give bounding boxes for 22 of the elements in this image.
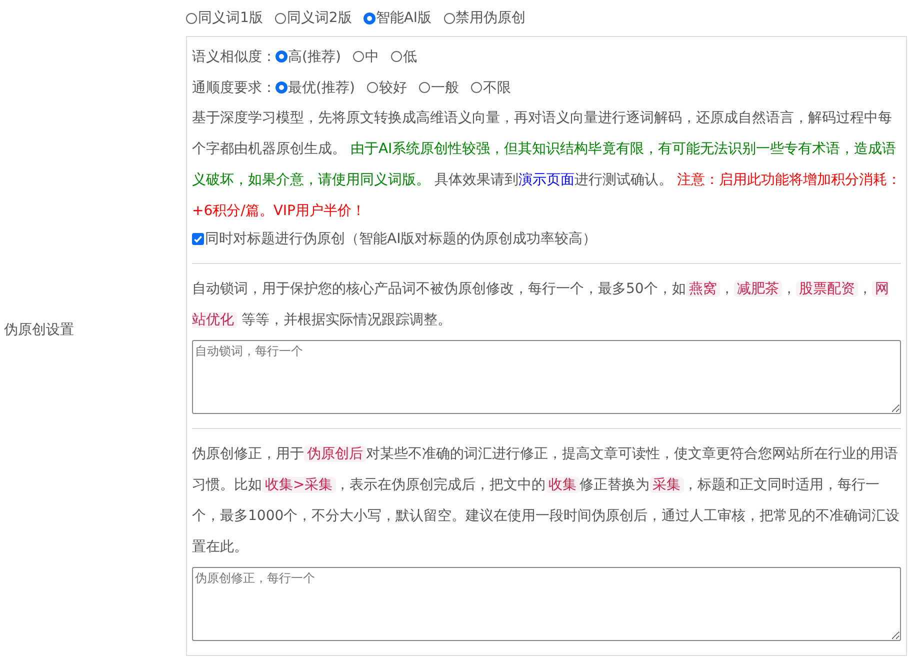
similarity-radio[interactable]: 高(推荐) <box>276 48 341 66</box>
similarity-radio[interactable]: 低 <box>390 48 417 66</box>
fluency-radio[interactable]: 最优(推荐) <box>276 78 355 96</box>
similarity-label: 语义相似度： <box>192 48 276 66</box>
ai-description: 基于深度学习模型，先将原文转换成高维语义向量，再对语义向量进行逐词解码，还原成自然语言，解码过程中每个字都由机器原创生成。 由于AI系统原创性较强，但其知识结构毕竟有限，有可能无法识别一些专有术语，造成语义破坏，如果介意，请使用同义词版。 具体效果请到演示页面进行测试确认。 注意：启用此功能将增加积分消耗：+6积分/篇。VIP用户半价！ <box>192 109 901 221</box>
similarity-radio[interactable]: 中 <box>352 48 379 66</box>
lock-words-description: 自动锁词，用于保护您的核心产品词不被伪原创修改，每行一个，最多50个，如 燕窝 ， 减肥茶 ， 股票配资 ， 网站优化 等等，并根据实际情况跟踪调整。 <box>192 280 890 330</box>
fluency-radio[interactable]: 一般 <box>418 78 459 96</box>
section-label: 伪原创设置 <box>4 321 74 339</box>
fluency-radio[interactable]: 不限 <box>470 78 511 96</box>
demo-page-link[interactable]: 演示页面 <box>518 172 574 188</box>
check-icon <box>193 234 203 244</box>
mode-radio[interactable]: 智能AI版 <box>364 9 432 27</box>
lock-words-field[interactable]: 自动锁词，每行一个 <box>192 340 901 414</box>
mode-radio[interactable]: 禁用伪原创 <box>444 9 526 27</box>
mode-radio[interactable]: 同义词2版 <box>274 9 352 27</box>
mode-radio[interactable]: 同义词1版 <box>186 9 263 27</box>
title-checkbox[interactable]: 同时对标题进行伪原创（智能AI版对标题的伪原创成功率较高） <box>192 227 901 251</box>
fluency-label: 通顺度要求： <box>192 78 276 96</box>
corrections-description: 伪原创修正，用于 伪原创后 对某些不准确的词汇进行修正，提高文章可读性，使文章更符合您网站所在行业的用语习惯。比如 收集>采集 ，表示在伪原创完成后，把文中的 收集 修正替换为 采集 ，标题和正文同时适用，每行一个，最多1000个，不分大小写，默认留空。建议在使用一段时间伪原创后，通过人工审核，把常见的不准确词汇设置在此。 <box>192 445 901 557</box>
corrections-field[interactable]: 伪原创修正，每行一个 <box>192 567 901 641</box>
fluency-radio[interactable]: 较好 <box>366 78 407 96</box>
